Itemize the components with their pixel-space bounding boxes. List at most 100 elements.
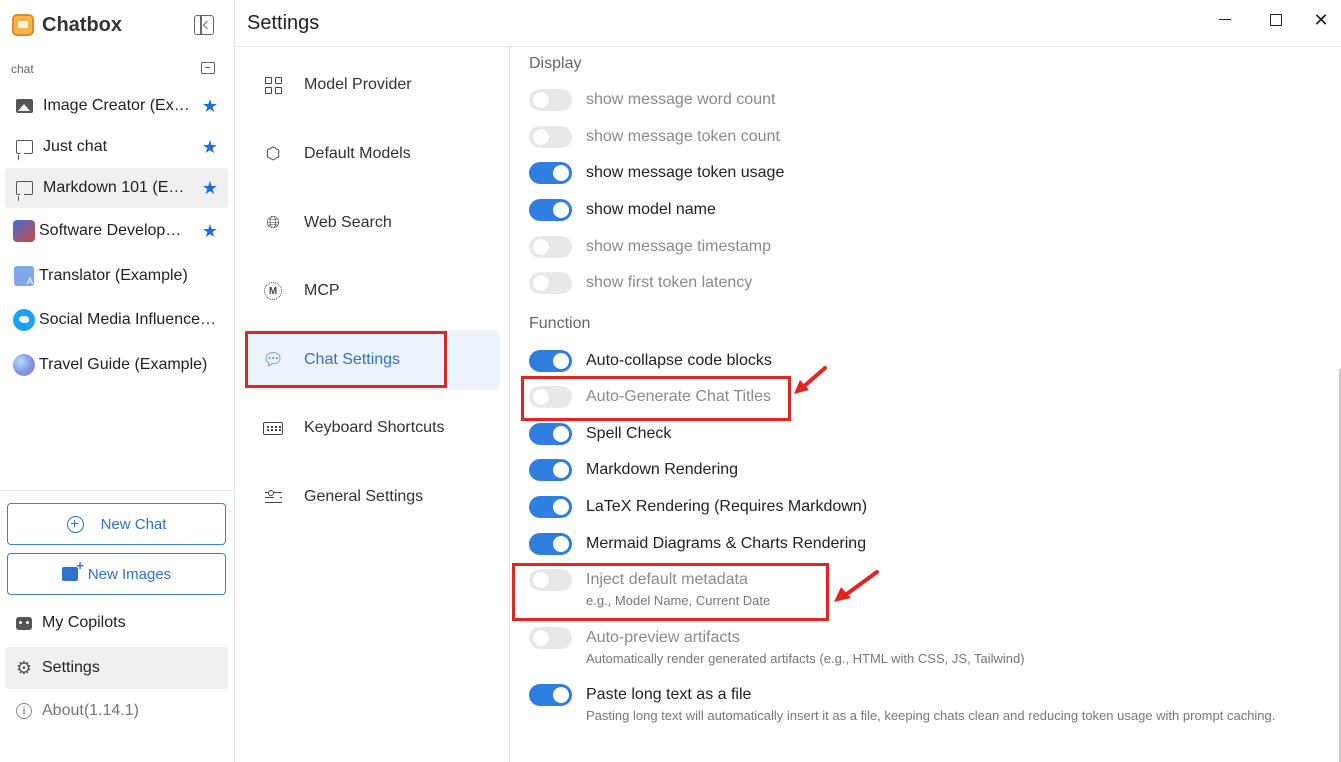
setting-label: Spell Check — [586, 425, 672, 442]
toggle-switch[interactable] — [529, 627, 572, 649]
close-icon[interactable]: ✕ — [1311, 10, 1331, 30]
toggle-switch[interactable] — [529, 459, 572, 481]
nav-keyboard-shortcuts[interactable]: Keyboard Shortcuts — [245, 398, 500, 458]
toggle-switch[interactable] — [529, 496, 572, 518]
setting-row: Markdown Rendering — [529, 459, 1319, 481]
toggle-switch[interactable] — [529, 199, 572, 221]
toggle-switch[interactable] — [529, 684, 572, 706]
sliders-icon — [263, 487, 283, 507]
highlight-box-chat-settings — [245, 331, 447, 388]
globe-avatar-icon — [13, 354, 35, 376]
setting-row: show message timestamp — [529, 236, 1319, 258]
cube-icon: ⬡ — [265, 144, 281, 163]
nav-web-search[interactable]: 🌐︎ Web Search — [245, 193, 500, 253]
session-item[interactable]: Travel Guide (Example) — [5, 345, 228, 385]
keyboard-icon — [263, 418, 283, 438]
setting-description: Automatically render generated artifacts… — [586, 651, 1025, 666]
setting-description: Pasting long text will automatically ins… — [586, 708, 1276, 723]
session-item[interactable]: Image Creator (Example) ★ — [5, 86, 228, 126]
nav-model-provider[interactable]: Model Provider — [245, 55, 500, 115]
star-icon[interactable]: ★ — [202, 138, 218, 156]
archive-icon[interactable] — [201, 62, 215, 74]
setting-label: LaTeX Rendering (Requires Markdown) — [586, 498, 868, 515]
toggle-switch[interactable] — [529, 89, 572, 111]
collapse-sidebar-icon[interactable] — [194, 15, 214, 35]
session-item[interactable]: Software Developer (Example) ★ — [5, 211, 228, 251]
toggle-switch[interactable] — [529, 236, 572, 258]
setting-label: Paste long text as a file — [586, 686, 752, 703]
star-icon[interactable]: ★ — [202, 222, 218, 240]
chat-bubble-icon — [13, 177, 35, 199]
new-images-label: New Images — [87, 565, 172, 583]
robot-icon — [15, 614, 33, 632]
nav-default-models[interactable]: ⬡ Default Models — [245, 124, 500, 184]
chatbox-logo-icon — [12, 14, 34, 36]
setting-row: Auto-collapse code blocks — [529, 350, 1319, 372]
setting-label: show message token count — [586, 128, 780, 145]
translator-avatar-icon — [13, 265, 35, 287]
sidebar-divider — [0, 490, 234, 491]
session-item[interactable]: Markdown 101 (Example) ★ — [5, 168, 228, 208]
nav-label: Web Search — [304, 214, 392, 231]
maximize-icon[interactable] — [1265, 10, 1285, 30]
settings-header: Settings ✕ — [235, 0, 1341, 47]
about-label: About(1.14.1) — [42, 702, 139, 719]
star-icon[interactable]: ★ — [202, 97, 218, 115]
nav-mcp[interactable]: M MCP — [245, 261, 500, 321]
left-sidebar: Chatbox chat Image Creator (Example) ★ J… — [0, 0, 235, 762]
globe-icon: 🌐︎ — [266, 213, 280, 232]
session-item[interactable]: Just chat ★ — [5, 127, 228, 167]
toggle-switch[interactable] — [529, 126, 572, 148]
nav-label: Keyboard Shortcuts — [304, 419, 445, 436]
toggle-switch[interactable] — [529, 162, 572, 184]
new-chat-button[interactable]: New Chat — [7, 503, 226, 545]
setting-label: show message word count — [586, 91, 776, 108]
setting-row: show message word count — [529, 89, 1319, 111]
display-section-title: Display — [529, 55, 582, 72]
toggle-switch[interactable] — [529, 423, 572, 445]
info-icon: i — [15, 702, 33, 720]
twitter-avatar-icon — [13, 309, 35, 331]
setting-row: show message token usage — [529, 162, 1319, 184]
session-item[interactable]: Social Media Influencer (Example) — [5, 300, 228, 340]
setting-row: show model name — [529, 199, 1319, 221]
setting-label: Mermaid Diagrams & Charts Rendering — [586, 535, 867, 552]
highlight-box-inject-metadata — [512, 563, 829, 621]
session-item[interactable]: Translator (Example) — [5, 256, 228, 296]
setting-label: show message timestamp — [586, 238, 771, 255]
setting-row: Paste long text as a file Pasting long t… — [529, 684, 1319, 724]
toggle-switch[interactable] — [529, 350, 572, 372]
annotation-arrow-icon — [794, 366, 827, 394]
setting-label: Markdown Rendering — [586, 461, 739, 478]
session-label: Markdown 101 (Example) — [43, 179, 191, 196]
developer-avatar-icon — [13, 220, 35, 242]
minimize-icon[interactable] — [1215, 10, 1235, 30]
session-label: Social Media Influencer (Example) — [39, 311, 217, 328]
gear-icon: ⚙ — [15, 658, 33, 678]
star-icon[interactable]: ★ — [202, 179, 218, 197]
my-copilots-link[interactable]: My Copilots — [5, 602, 228, 644]
setting-label: show message token usage — [586, 164, 785, 181]
toggle-switch[interactable] — [529, 272, 572, 294]
new-chat-label: New Chat — [100, 515, 167, 533]
setting-row: LaTeX Rendering (Requires Markdown) — [529, 496, 1319, 518]
session-label: Software Developer (Example) — [39, 222, 187, 239]
grid-icon — [263, 75, 283, 95]
session-label: Image Creator (Example) — [43, 97, 191, 114]
settings-link[interactable]: ⚙ Settings — [5, 647, 228, 689]
settings-label: Settings — [42, 659, 100, 676]
setting-label: show model name — [586, 201, 716, 218]
toggle-switch[interactable] — [529, 533, 572, 555]
mcp-icon: M — [263, 281, 283, 301]
nav-general-settings[interactable]: General Settings — [245, 467, 500, 527]
session-label: Travel Guide (Example) — [39, 356, 208, 373]
new-images-button[interactable]: New Images — [7, 553, 226, 595]
about-link[interactable]: i About(1.14.1) — [5, 690, 228, 732]
highlight-box-auto-generate-titles — [521, 376, 791, 421]
page-title: Settings — [247, 12, 320, 34]
nav-label: Model Provider — [304, 76, 412, 93]
setting-row: Spell Check — [529, 423, 1319, 445]
section-label: chat — [11, 62, 34, 76]
session-label: Translator (Example) — [39, 267, 188, 284]
session-label: Just chat — [43, 138, 108, 155]
